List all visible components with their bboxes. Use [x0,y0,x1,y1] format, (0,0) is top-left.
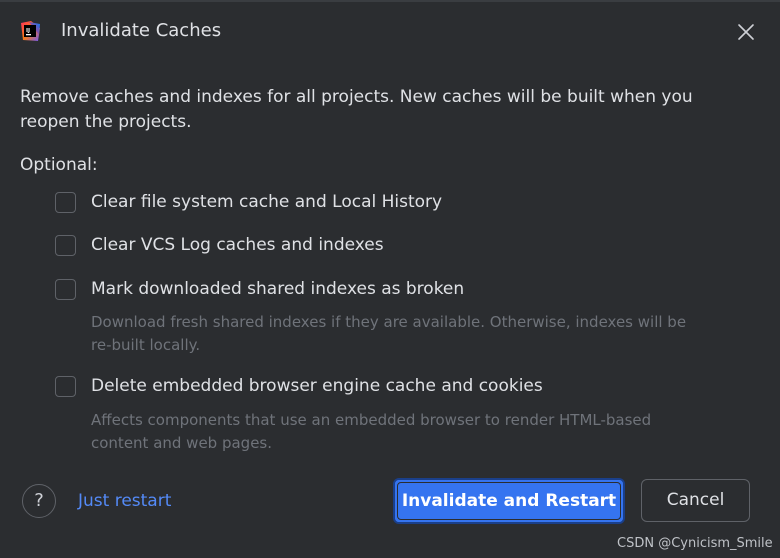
invalidate-caches-dialog: IJ Invalidate Caches Remove caches and i… [0,0,780,558]
intellij-idea-icon: IJ [19,20,41,42]
option-label[interactable]: Clear file system cache and Local Histor… [91,190,442,214]
dialog-description: Remove caches and indexes for all projec… [20,87,693,132]
option-label[interactable]: Clear VCS Log caches and indexes [91,233,384,257]
checkbox[interactable] [55,192,76,213]
option-label[interactable]: Delete embedded browser engine cache and… [91,374,543,398]
optional-label: Optional: [20,155,98,175]
option-hint: Download fresh shared indexes if they ar… [91,313,687,354]
title-bar: IJ Invalidate Caches [0,8,780,54]
just-restart-link[interactable]: Just restart [78,489,171,513]
dialog-title: Invalidate Caches [61,20,222,41]
watermark: CSDN @Cynicism_Smile [617,536,773,551]
invalidate-and-restart-label: Invalidate and Restart [401,491,617,511]
option-hint: Affects components that use an embedded … [91,411,652,452]
checkbox[interactable] [55,376,76,397]
cancel-button[interactable]: Cancel [641,479,750,522]
close-icon[interactable] [736,22,756,42]
checkbox[interactable] [55,279,76,300]
help-button[interactable]: ? [22,484,56,518]
svg-text:IJ: IJ [26,28,30,34]
window-top-edge [0,0,780,2]
invalidate-and-restart-button[interactable]: Invalidate and Restart [393,478,625,524]
checkbox[interactable] [55,235,76,256]
option-label[interactable]: Mark downloaded shared indexes as broken [91,277,464,301]
question-mark-icon: ? [34,490,44,511]
